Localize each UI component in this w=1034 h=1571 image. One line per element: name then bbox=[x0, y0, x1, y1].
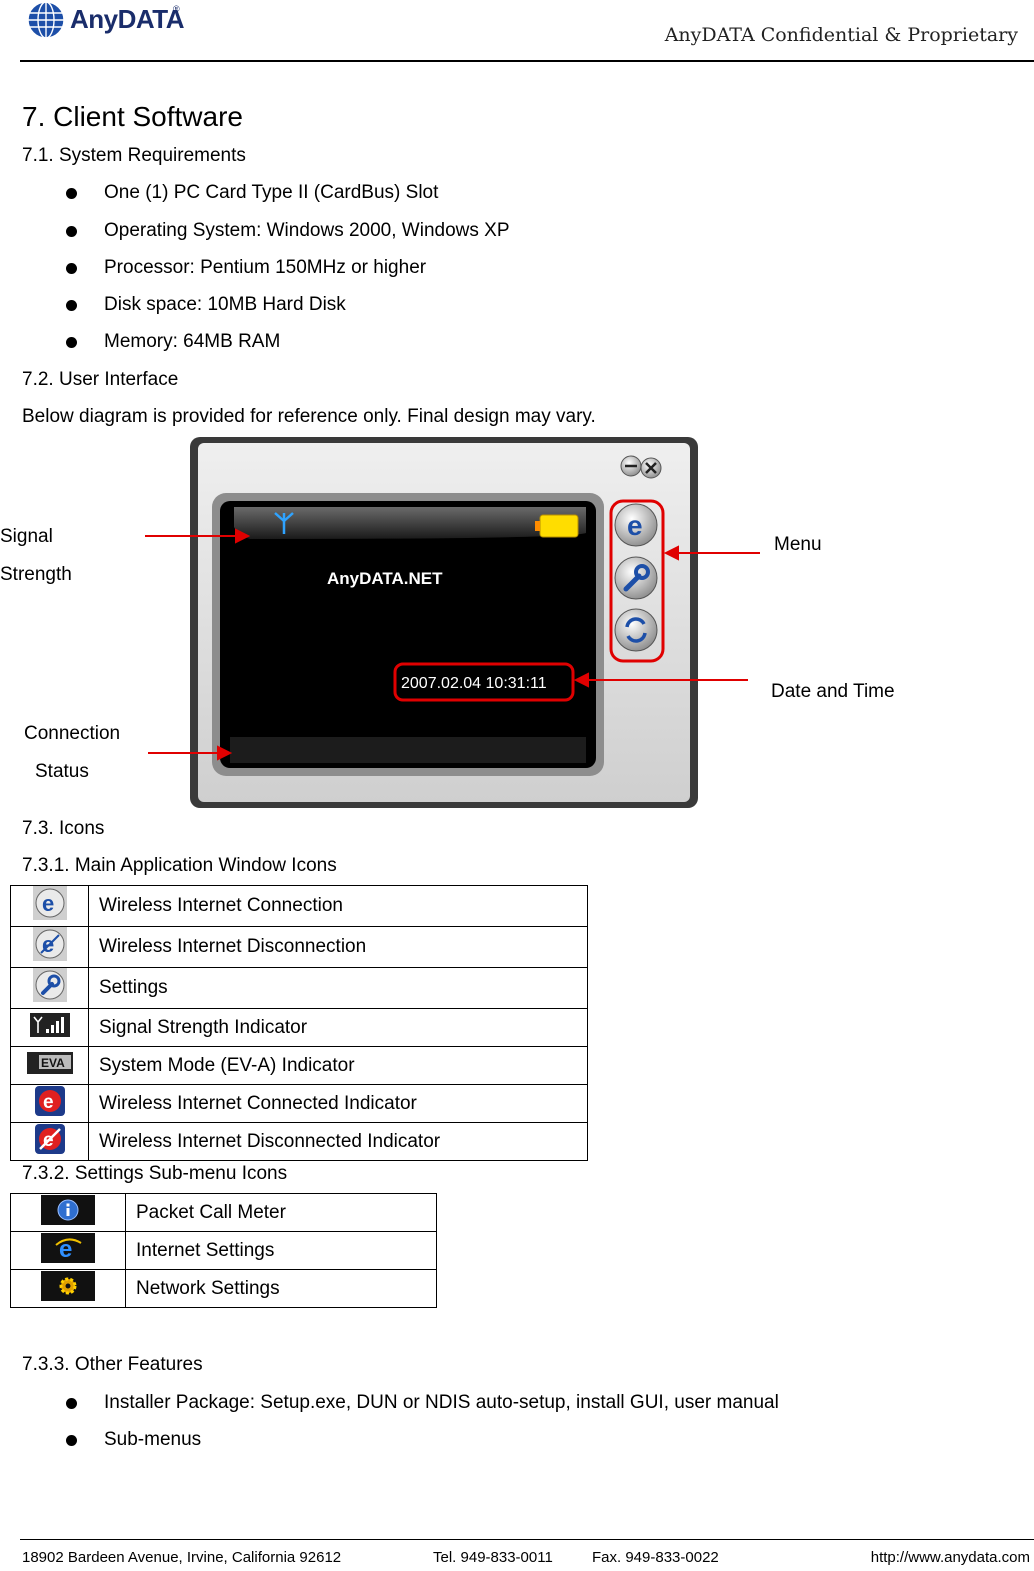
subsection-7-1: 7.1. System Requirements bbox=[22, 145, 246, 166]
requirement-item: Operating System: Windows 2000, Windows … bbox=[66, 220, 510, 241]
svg-text:e: e bbox=[43, 1092, 54, 1113]
wrench-icon bbox=[32, 968, 67, 1002]
footer-fax: Fax. 949-833-0022 bbox=[592, 1549, 719, 1566]
header-rule bbox=[20, 60, 1034, 62]
label-connection: Connection bbox=[24, 723, 121, 744]
annotation-arrows bbox=[145, 528, 760, 761]
icon-label: Wireless Internet Disconnection bbox=[88, 926, 588, 968]
footer-url[interactable]: http://www.anydata.com bbox=[871, 1549, 1030, 1566]
label-date-time: Date and Time bbox=[771, 681, 895, 702]
subsection-7-3-2: 7.3.2. Settings Sub-menu Icons bbox=[22, 1163, 288, 1184]
svg-text:EVA: EVA bbox=[41, 1056, 65, 1070]
table-row: Network Settings bbox=[10, 1269, 437, 1308]
icon-label: Signal Strength Indicator bbox=[88, 1008, 588, 1047]
internet-e-icon: e bbox=[41, 1232, 95, 1263]
e-connected-icon: e bbox=[34, 1085, 65, 1116]
requirement-item: One (1) PC Card Type II (CardBus) Slot bbox=[65, 182, 439, 203]
label-strength: Strength bbox=[0, 564, 72, 585]
network-gear-icon bbox=[41, 1270, 95, 1301]
icon-label: Packet Call Meter bbox=[125, 1193, 437, 1232]
footer-address: 18902 Bardeen Avenue, Irvine, California… bbox=[22, 1549, 342, 1566]
section-title: 7. Client Software bbox=[22, 101, 243, 132]
icon-label: Settings bbox=[88, 967, 588, 1009]
logo-registered-mark: ® bbox=[173, 4, 180, 14]
svg-text:e: e bbox=[42, 891, 54, 916]
footer-tel: Tel. 949-833-0011 bbox=[433, 1549, 553, 1566]
feature-item: Sub-menus bbox=[65, 1429, 202, 1450]
requirement-item: Memory: 64MB RAM bbox=[65, 331, 281, 352]
subsection-7-3-1: 7.3.1. Main Application Window Icons bbox=[22, 855, 337, 876]
icon-label: Network Settings bbox=[125, 1269, 437, 1308]
e-disconnected-icon: e bbox=[34, 1123, 65, 1154]
eva-mode-icon: EVA bbox=[26, 1051, 73, 1074]
e-disconnect-icon: e bbox=[32, 927, 67, 961]
table-row: Packet Call Meter bbox=[10, 1193, 437, 1232]
main-icons-table: e Wireless Internet Connection e Wireles… bbox=[10, 885, 588, 1161]
label-menu: Menu bbox=[774, 534, 822, 555]
requirement-item: Processor: Pentium 150MHz or higher bbox=[65, 257, 427, 278]
subsection-7-3: 7.3. Icons bbox=[22, 818, 105, 839]
e-connect-icon: e bbox=[32, 886, 67, 920]
anydata-globe-logo-icon bbox=[27, 1, 65, 39]
table-row: e Wireless Internet Connected Indicator bbox=[10, 1084, 588, 1123]
footer-rule bbox=[20, 1539, 1034, 1540]
table-row: EVA System Mode (EV-A) Indicator bbox=[10, 1046, 588, 1085]
submenu-icons-table: Packet Call Meter e Internet Settings Ne… bbox=[10, 1193, 437, 1308]
logo-text: AnyDATA bbox=[70, 4, 184, 34]
subsection-7-3-3: 7.3.3. Other Features bbox=[22, 1354, 203, 1375]
label-signal: Signal bbox=[0, 526, 53, 547]
signal-bars-icon bbox=[29, 1012, 70, 1037]
label-status: Status bbox=[35, 761, 89, 782]
table-row: e Internet Settings bbox=[10, 1231, 437, 1270]
table-row: Settings bbox=[10, 967, 588, 1009]
table-row: Signal Strength Indicator bbox=[10, 1008, 588, 1047]
table-row: e Wireless Internet Connection bbox=[10, 885, 588, 927]
icon-label: Internet Settings bbox=[125, 1231, 437, 1270]
subsection-7-2: 7.2. User Interface bbox=[22, 369, 179, 390]
icon-label: Wireless Internet Disconnected Indicator bbox=[88, 1122, 588, 1161]
table-row: e Wireless Internet Disconnection bbox=[10, 926, 588, 968]
feature-item: Installer Package: Setup.exe, DUN or NDI… bbox=[66, 1392, 779, 1413]
icon-label: Wireless Internet Connected Indicator bbox=[88, 1084, 588, 1123]
icon-label: System Mode (EV-A) Indicator bbox=[88, 1046, 588, 1085]
icon-label: Wireless Internet Connection bbox=[88, 885, 588, 927]
info-icon bbox=[41, 1194, 95, 1225]
table-row: e Wireless Internet Disconnected Indicat… bbox=[10, 1122, 588, 1161]
requirement-item: Disk space: 10MB Hard Disk bbox=[66, 294, 346, 315]
confidential-notice: AnyDATA Confidential & Proprietary bbox=[664, 24, 1018, 46]
